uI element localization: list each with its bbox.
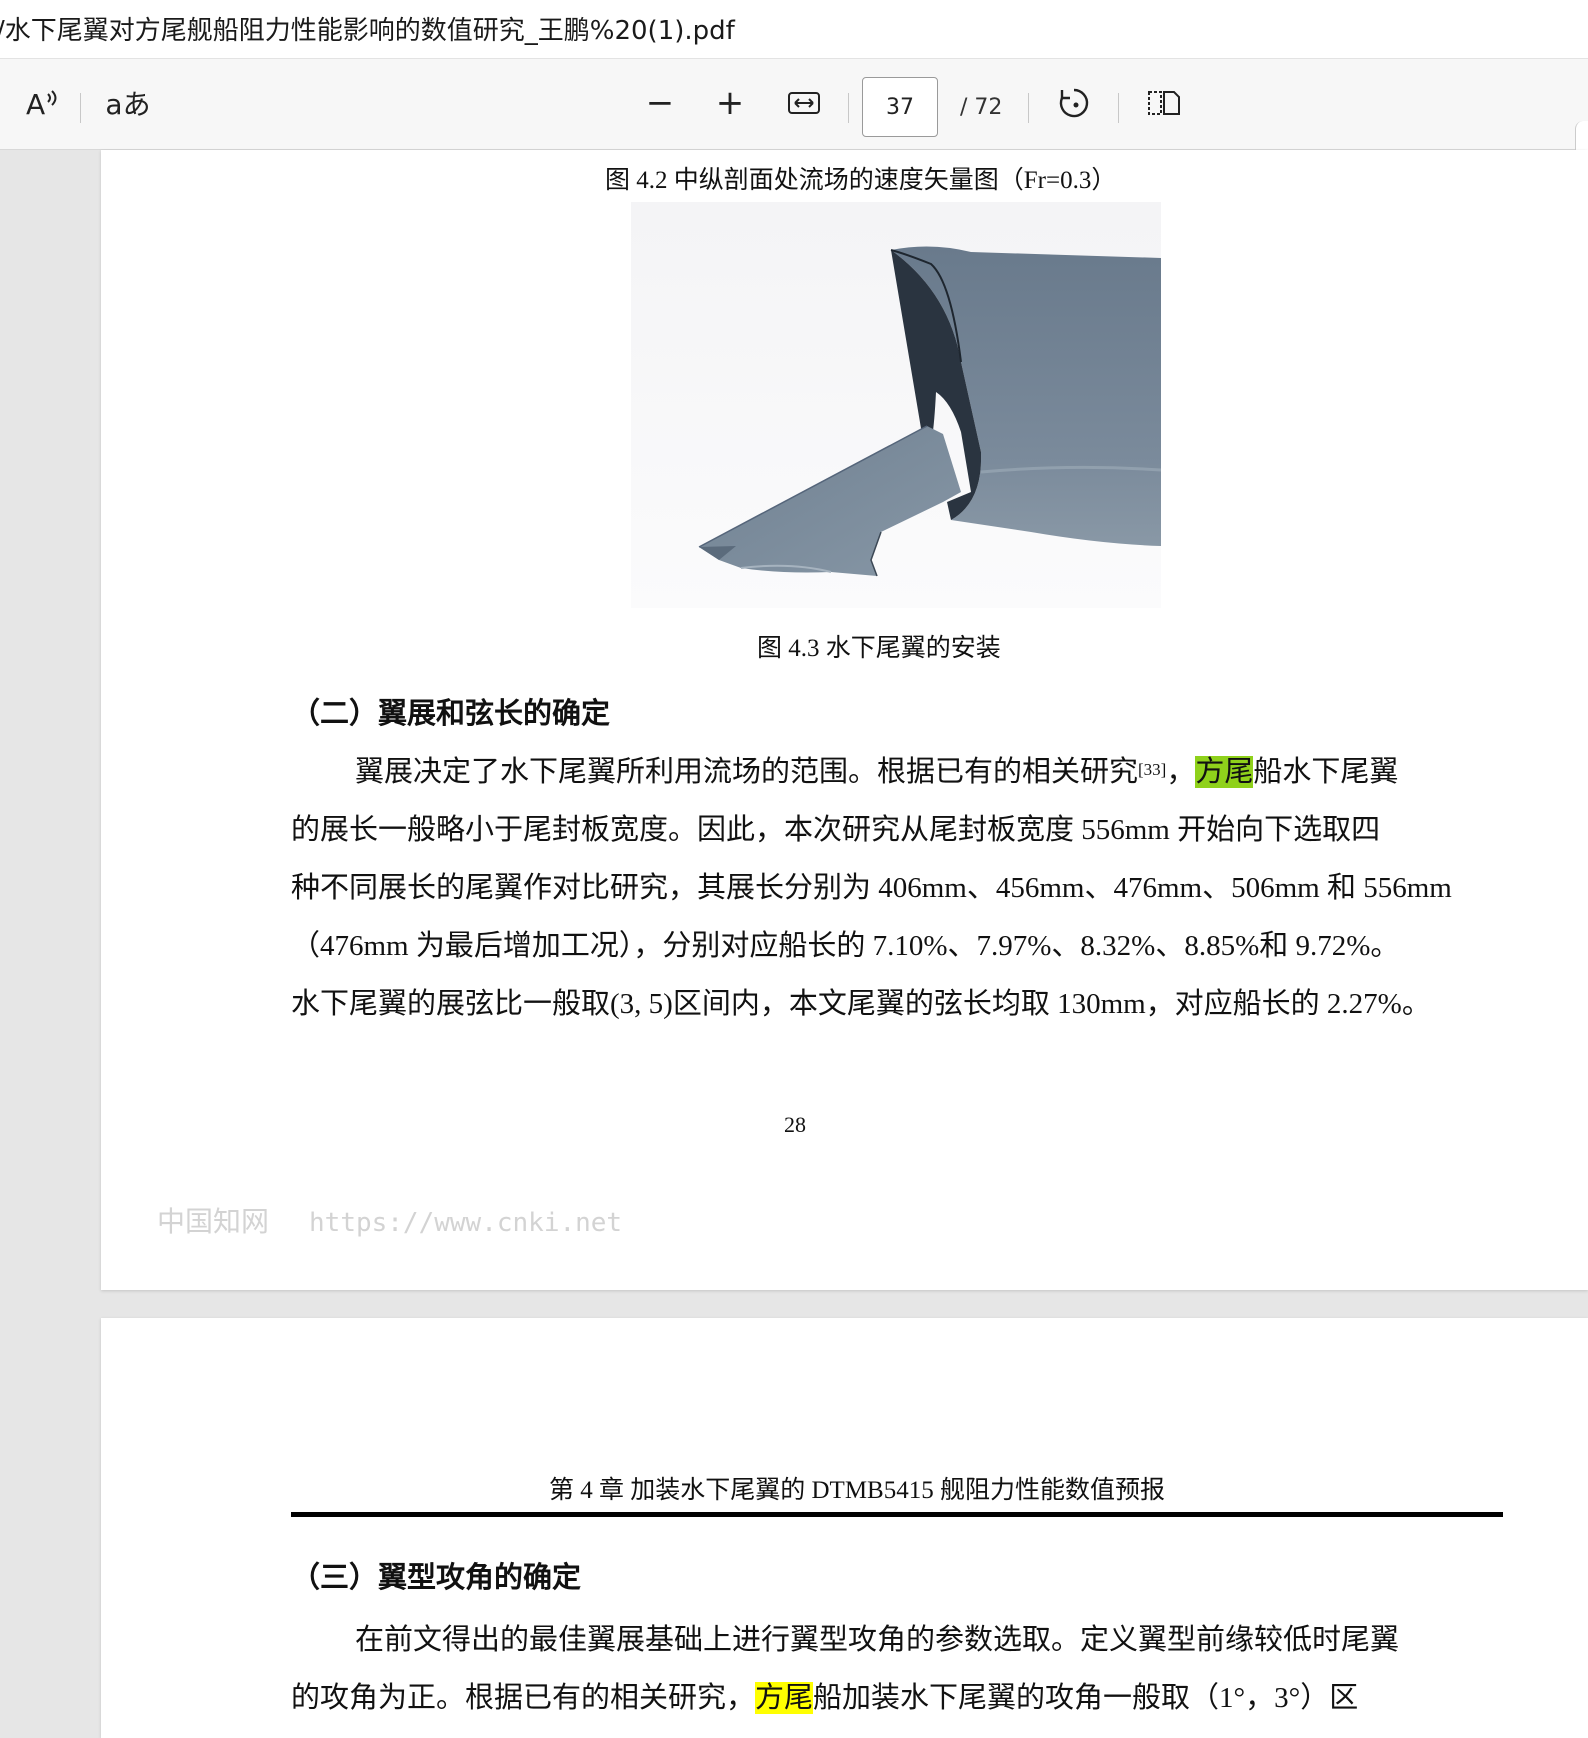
read-aloud-icon: A [26, 88, 57, 120]
pdf-page: 图 4.2 中纵剖面处流场的速度矢量图（Fr=0.3） 图 4.3 水下尾翼的安… [101, 150, 1588, 1290]
paragraph-line: 在前文得出的最佳翼展基础上进行翼型攻角的参数选取。定义翼型前缘较低时尾翼 [355, 1624, 1400, 1656]
watermark-text: 中国知网 [157, 1205, 270, 1238]
paragraph-line: 水下尾翼的展弦比一般取(3, 5)区间内，本文尾翼的弦长均取 130mm，对应船… [291, 988, 1431, 1020]
figure-caption-top: 图 4.2 中纵剖面处流场的速度矢量图（Fr=0.3） [605, 167, 1117, 194]
hull-wing-figure [631, 202, 1161, 608]
read-aloud-button[interactable]: A [20, 83, 64, 123]
page-number-input[interactable]: 37 [862, 77, 938, 137]
toolbar-divider [80, 93, 81, 123]
paragraph-line: （476mm 为最后增加工况），分别对应船长的 7.10%、7.97%、8.32… [291, 930, 1400, 962]
translate-button[interactable]: aあ [104, 83, 152, 123]
toolbar-divider [1118, 93, 1119, 123]
zoom-out-button[interactable]: − [642, 83, 678, 123]
rotate-button[interactable] [1054, 83, 1094, 123]
zoom-in-button[interactable]: + [712, 83, 748, 123]
paragraph-line: 种不同展长的尾翼作对比研究，其展长分别为 406mm、456mm、476mm、5… [291, 872, 1452, 904]
toolbar-divider [848, 93, 849, 123]
paragraph-line: 翼展决定了水下尾翼所利用流场的范围。根据已有的相关研究[33]，方尾船水下尾翼 [291, 752, 1503, 792]
toolbar-divider [1028, 93, 1029, 123]
paragraph-line: 的展长一般略小于尾封板宽度。因此，本次研究从尾封板宽度 556mm 开始向下选取… [291, 814, 1381, 846]
text-run: 船加装水下尾翼的攻角一般取（1°，3°）区 [813, 1682, 1359, 1714]
total-pages-label: / 72 [960, 95, 1003, 120]
watermark: 中国知网 https://www.cnki.net [157, 1200, 622, 1240]
fit-width-icon [788, 92, 820, 114]
search-highlight-active[interactable]: 方尾 [1195, 756, 1254, 788]
document-title: /水下尾翼对方尾舰船阻力性能影响的数值研究_王鹏%20(1).pdf [0, 16, 735, 46]
svg-text:A: A [26, 88, 45, 120]
page-view-button[interactable] [1144, 83, 1184, 123]
pdf-page: 第 4 章 加装水下尾翼的 DTMB5415 舰阻力性能数值预报 （三）翼型攻角… [101, 1318, 1588, 1738]
title-bar: /水下尾翼对方尾舰船阻力性能影响的数值研究_王鹏%20(1).pdf [0, 0, 1588, 59]
watermark-url: https://www.cnki.net [309, 1208, 623, 1238]
rotate-icon [1059, 88, 1089, 118]
section-heading: （二）翼展和弦长的确定 [291, 696, 611, 730]
text-run: 翼展决定了水下尾翼所利用流场的范围。根据已有的相关研究 [355, 756, 1139, 788]
figure-caption: 图 4.3 水下尾翼的安装 [757, 635, 1001, 662]
text-run: ， [1166, 756, 1196, 788]
text-run: 的攻角为正。根据已有的相关研究， [291, 1682, 756, 1714]
page-view-icon [1148, 91, 1180, 115]
text-run: 船水下尾翼 [1253, 756, 1399, 788]
chapter-header: 第 4 章 加装水下尾翼的 DTMB5415 舰阻力性能数值预报 [549, 1477, 1165, 1504]
citation-ref[interactable]: [33] [1138, 760, 1166, 779]
paragraph-line: 的攻角为正。根据已有的相关研究，方尾船加装水下尾翼的攻角一般取（1°，3°）区 [291, 1678, 1503, 1718]
fit-to-width-button[interactable] [784, 83, 824, 123]
section-heading: （三）翼型攻角的确定 [291, 1560, 582, 1594]
pdf-toolbar: A aあ − + 37 / 72 [0, 59, 1588, 225]
header-rule [291, 1512, 1503, 1517]
search-highlight[interactable]: 方尾 [755, 1682, 814, 1714]
page-number: 28 [784, 1112, 806, 1137]
